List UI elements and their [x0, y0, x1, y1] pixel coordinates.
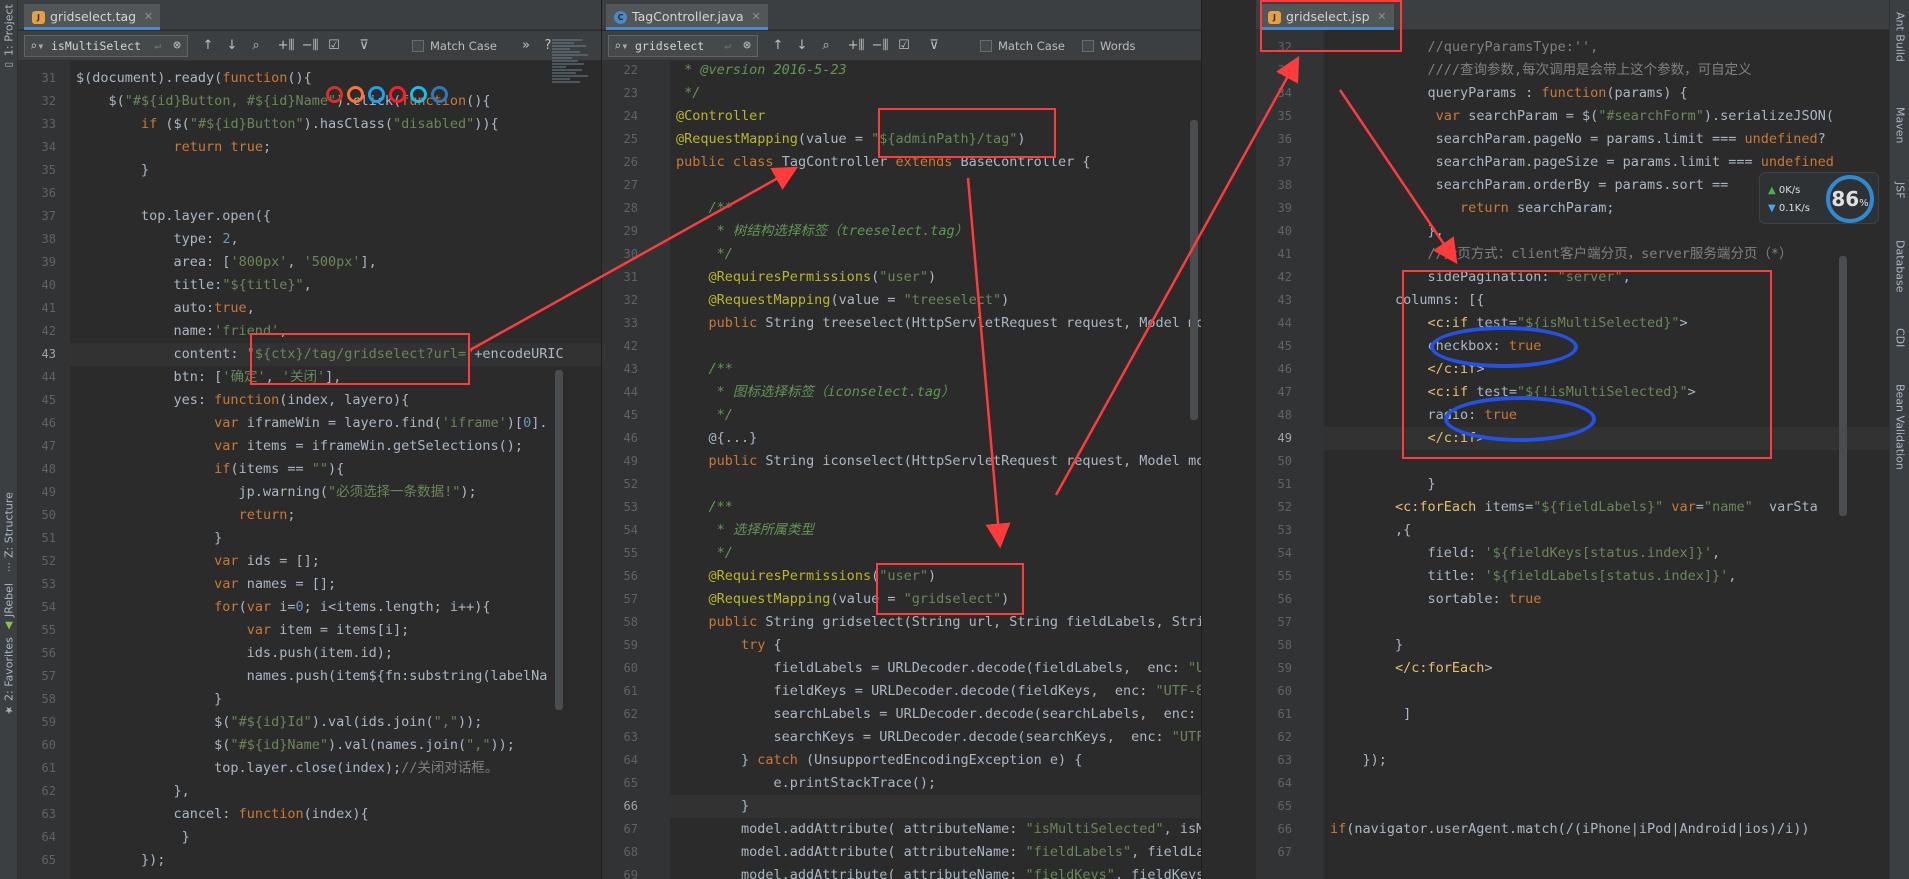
ide-window: ▭ 1: Project ⋮ Z: Structure ▲ JRebel ★ 2: Fa…	[0, 0, 1909, 879]
annotation-arrows	[469, 55, 1458, 549]
arrow-to-columns	[1338, 89, 1458, 265]
arrow-to-request-mapping	[469, 166, 799, 352]
arrow-to-jsp-tab	[1054, 55, 1300, 496]
arrow-to-gridselect	[966, 177, 1011, 549]
